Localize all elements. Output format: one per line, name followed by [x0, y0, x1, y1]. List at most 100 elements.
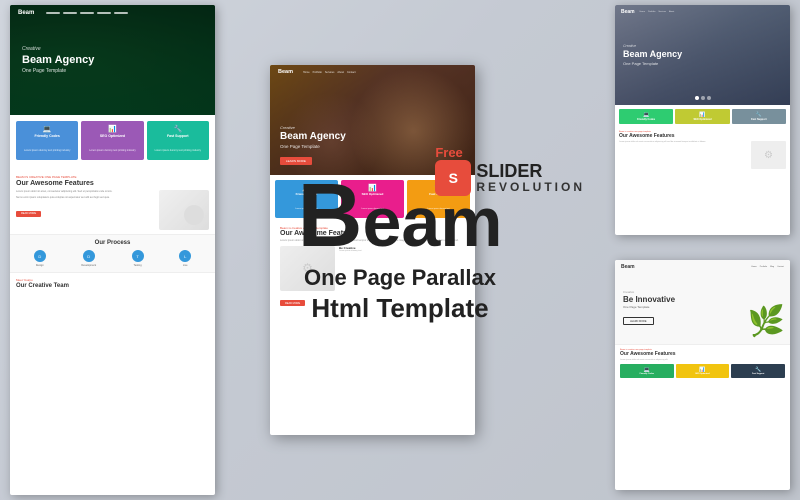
left-awesome-title: Our Awesome Features: [16, 180, 209, 187]
center-logo: Beam: [278, 69, 293, 75]
rb-navlinks: Home Portfolio Blog Contact: [751, 266, 784, 268]
left-hero-tagline: One Page Template: [22, 68, 66, 74]
rb-nav-3: Blog: [770, 266, 774, 268]
left-card-icon-1: 💻: [19, 125, 75, 133]
center-aw-text: Lorem ipsum dolor sit amet consectetur a…: [280, 239, 465, 243]
left-circle-2: D: [83, 250, 95, 262]
center-card-1: 💻 Friendly Codes Lorem ipsum dummy text: [275, 180, 338, 218]
left-nav-dots: [46, 12, 128, 14]
rt-hero: Beam Home Portfolio Services About Creat…: [615, 5, 790, 105]
rb-hero: Beam Home Portfolio Blog Contact Creativ…: [615, 260, 790, 345]
slider-subtitle: REVOLUTION: [476, 180, 585, 194]
center-nav-1: Home: [303, 71, 310, 74]
left-awesome-label: Beam is creative one page template: [16, 175, 209, 179]
left-process-title: Our Process: [16, 240, 209, 246]
rb-aw-card-2: 📊 SEO Optimized: [676, 364, 730, 378]
rt-nav-3: Services: [658, 11, 666, 13]
center-btn-sm[interactable]: READ MORE: [280, 300, 305, 306]
main-container: Beam Creative Beam Agency One Page Templ…: [0, 0, 800, 500]
rt-aw-row: Lorem ipsum dolor sit amet consectetur a…: [619, 141, 786, 169]
center-nav-3: Services: [325, 71, 335, 74]
left-circle-3: T: [132, 250, 144, 262]
left-card-text-2: Lorem ipsum dummy text printing industry: [89, 149, 135, 152]
center-hero-content: Creative Beam Agency One Page Template L…: [280, 125, 346, 167]
slider-icon-letter: S: [449, 170, 458, 186]
rb-aw-title-3: Fast Support: [733, 373, 783, 375]
rt-card-1: 💻 Friendly Codes: [619, 109, 673, 124]
center-nav-2: Portfolio: [313, 71, 322, 74]
rb-plant-decoration: 🌿: [745, 289, 785, 339]
preview-left: Beam Creative Beam Agency One Page Templ…: [10, 5, 215, 495]
left-hero-eyebrow: Creative: [22, 46, 41, 52]
center-nav-4: About: [337, 71, 344, 74]
rb-nav: Beam Home Portfolio Blog Contact: [615, 264, 790, 270]
left-step-label-1: Design: [34, 264, 46, 267]
rb-aw-card-3: 🔧 Fast Support: [731, 364, 785, 378]
left-step-label-4: Live: [179, 264, 191, 267]
rt-card-3: 🔧 Fast Support: [732, 109, 786, 124]
center-card-title-1: Friendly Codes: [278, 192, 335, 196]
left-step-2: D Development: [81, 250, 96, 267]
left-process-steps: D Design D Development T Testing L Live: [16, 250, 209, 267]
center-card-desc-2: Lorem ipsum dummy text: [361, 208, 383, 210]
rb-cta-btn[interactable]: LEARN MORE: [623, 317, 654, 325]
left-hero: Beam Creative Beam Agency One Page Templ…: [10, 5, 215, 115]
rt-dot-1: [695, 96, 699, 100]
rt-dot-3: [707, 96, 711, 100]
left-step-label-2: Development: [81, 264, 96, 267]
rt-hero-title: Beam Agency: [623, 49, 782, 60]
free-label: Free: [435, 145, 462, 160]
left-hero-nav: Beam: [18, 10, 128, 16]
rt-card-2: 📊 SEO Optimized: [675, 109, 729, 124]
center-hero-eyebrow: Creative: [280, 125, 346, 130]
slider-revolution-icon: S: [435, 160, 471, 196]
left-feature-card-1: 💻 Friendly Codes Lorem ipsum dummy text …: [16, 121, 78, 160]
left-team-title: Our Creative Team: [16, 283, 209, 289]
rt-title-2: SEO Optimized: [677, 118, 727, 121]
left-step-4: L Live: [179, 250, 191, 267]
slider-badge: Free S SLIDER REVOLUTION: [435, 145, 585, 196]
rt-dots: [695, 96, 711, 100]
rb-aw-text: Lorem ipsum dolor sit amet consectetur a…: [620, 359, 785, 361]
rt-eyebrow: Creative: [623, 44, 782, 48]
slider-title: SLIDER: [476, 162, 585, 180]
left-circle-4: L: [179, 250, 191, 262]
rb-aw-title: Our Awesome Features: [620, 351, 785, 357]
rb-awesome: Beam is creative one page template Our A…: [615, 345, 790, 382]
left-step-label-3: Testing: [132, 264, 144, 267]
rt-nav-1: Home: [640, 11, 645, 13]
preview-center: Beam Home Portfolio Services About Conta…: [270, 65, 475, 435]
center-nav-links: Home Portfolio Services About Contact: [303, 71, 356, 74]
left-circle-1: D: [34, 250, 46, 262]
rb-aw-title-2: SEO Optimized: [678, 373, 728, 375]
left-feature-cards: 💻 Friendly Codes Lorem ipsum dummy text …: [16, 121, 209, 160]
left-step-1: D Design: [34, 250, 46, 267]
center-aw-item-1: Be Creative Lorem ipsum dummy text: [339, 246, 465, 291]
center-hero-title: Beam Agency: [280, 131, 346, 143]
left-awesome: Beam is creative one page template Our A…: [10, 171, 215, 234]
left-card-icon-3: 🔧: [150, 125, 206, 133]
rt-dot-2: [701, 96, 705, 100]
left-read-more-btn[interactable]: READ MORE: [16, 211, 41, 217]
center-aw-fi-text-1: Lorem ipsum dummy text: [339, 250, 465, 252]
left-logo: Beam: [18, 10, 34, 16]
left-feature-card-2: 📊 SEO Optimized Lorem ipsum dummy text p…: [81, 121, 143, 160]
left-card-title-3: Fast Support: [150, 134, 206, 138]
left-features-p1: Lorem ipsum dolor sit amet, consectetur …: [16, 190, 155, 194]
center-aw-features: Be Creative Lorem ipsum dummy text: [280, 246, 465, 291]
center-hero-cta[interactable]: LEARN MORE: [280, 157, 312, 165]
rb-aw-card-1: 💻 Friendly Codes: [620, 364, 674, 378]
preview-right-top: Beam Home Portfolio Services About Creat…: [615, 5, 790, 235]
nav-dot-3: [80, 12, 94, 14]
left-features-section: 💻 Friendly Codes Lorem ipsum dummy text …: [10, 115, 215, 171]
nav-dot-2: [63, 12, 77, 14]
center-aw-image: [280, 246, 335, 291]
nav-dot-4: [97, 12, 111, 14]
left-features-img: [159, 190, 209, 230]
left-process: Our Process D Design D Development T Tes…: [10, 234, 215, 272]
left-step-3: T Testing: [132, 250, 144, 267]
rt-awesome: Beam is creative one page template Our A…: [615, 128, 790, 172]
nav-dot-1: [46, 12, 60, 14]
slider-text: SLIDER REVOLUTION: [476, 162, 585, 194]
center-card-title-2: SEO Optimized: [344, 192, 401, 196]
